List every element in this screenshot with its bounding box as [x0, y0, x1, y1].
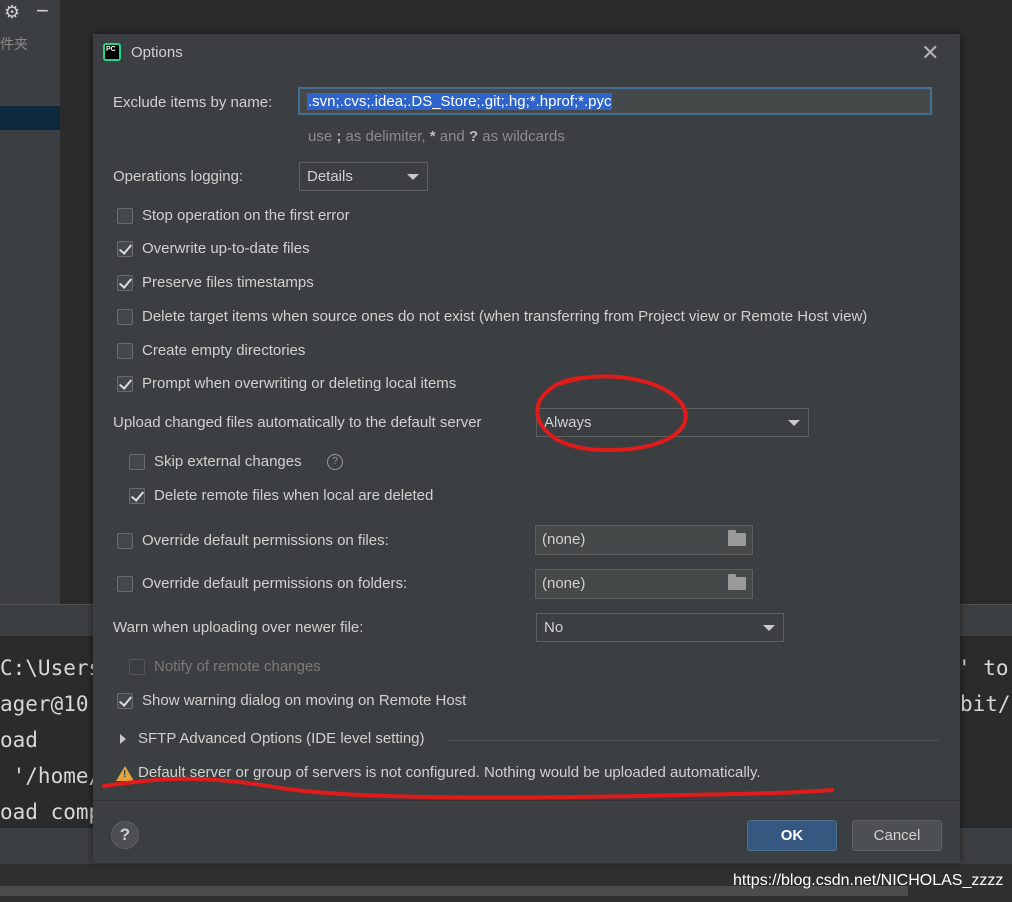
operations-logging-dropdown[interactable]: Details	[299, 162, 428, 191]
checkbox-box[interactable]	[117, 343, 133, 359]
checkbox-box[interactable]	[129, 454, 145, 470]
editor-area	[960, 0, 1012, 604]
close-icon[interactable]: ✕	[921, 40, 939, 66]
pycharm-icon: PC	[103, 43, 121, 61]
checkbox-box[interactable]	[129, 488, 145, 504]
sftp-advanced-toggle[interactable]: SFTP Advanced Options (IDE level setting…	[138, 730, 425, 747]
checkbox-box[interactable]	[117, 693, 133, 709]
checkbox-box[interactable]	[117, 309, 133, 325]
checkbox-box[interactable]	[117, 576, 133, 592]
terminal-line: C:\Users	[0, 656, 102, 680]
exclude-hint: use ; as delimiter, * and ? as wildcards	[308, 128, 565, 145]
terminal-line: ' to	[958, 656, 1009, 680]
operations-logging-label: Operations logging:	[113, 168, 244, 185]
project-panel	[0, 0, 60, 604]
upload-auto-dropdown[interactable]: Always	[536, 408, 809, 437]
terminal-line: '/home/	[0, 764, 102, 788]
cancel-button[interactable]: Cancel	[852, 820, 942, 851]
warning-icon: !	[116, 766, 134, 781]
checkbox-box[interactable]	[117, 275, 133, 291]
terminal-line: ager@10	[0, 692, 89, 716]
exclude-input[interactable]: .svn;.cvs;.idea;.DS_Store;.git;.hg;*.hpr…	[298, 87, 932, 115]
dialog-titlebar[interactable]: PC Options ✕	[93, 34, 960, 72]
terminal-line: bit/	[960, 692, 1011, 716]
terminal-line: oad	[0, 728, 38, 752]
override-folders-field[interactable]: (none)	[535, 569, 753, 599]
warn-newer-label: Warn when uploading over newer file:	[113, 619, 364, 636]
operations-logging-value: Details	[307, 168, 353, 185]
project-panel-text: 件夹	[0, 36, 28, 52]
options-dialog: PC Options ✕ Exclude items by name: .svn…	[93, 34, 960, 863]
checkbox-box[interactable]	[117, 376, 133, 392]
warning-message: Default server or group of servers is no…	[138, 764, 761, 781]
upload-auto-value: Always	[544, 414, 592, 431]
watermark: https://blog.csdn.net/NICHOLAS_zzzz	[733, 872, 1004, 889]
project-selected-row[interactable]	[0, 106, 60, 130]
exclude-input-value: .svn;.cvs;.idea;.DS_Store;.git;.hg;*.hpr…	[307, 93, 613, 110]
chevron-down-icon	[788, 420, 800, 426]
exclude-label: Exclude items by name:	[113, 94, 273, 111]
checkbox-box[interactable]	[129, 659, 145, 675]
terminal-line: oad comp	[0, 800, 102, 824]
checkbox-box[interactable]	[117, 241, 133, 257]
dialog-footer: ? OK Cancel	[93, 800, 960, 863]
help-button[interactable]: ?	[111, 821, 139, 849]
warn-newer-value: No	[544, 619, 564, 636]
checkbox-box[interactable]	[117, 208, 133, 224]
checkbox-box[interactable]	[117, 533, 133, 549]
dialog-title: Options	[131, 44, 183, 61]
folder-icon[interactable]	[728, 530, 746, 546]
warn-newer-dropdown[interactable]: No	[536, 613, 784, 642]
help-icon[interactable]: ?	[327, 454, 343, 470]
separator	[448, 740, 939, 741]
chevron-down-icon	[407, 174, 419, 180]
ok-button[interactable]: OK	[747, 820, 837, 851]
folder-icon[interactable]	[728, 574, 746, 590]
chevron-right-icon[interactable]	[120, 734, 126, 744]
chevron-down-icon	[763, 625, 775, 631]
gear-icon[interactable]: ⚙	[4, 2, 20, 23]
override-files-field[interactable]: (none)	[535, 525, 753, 555]
minimize-icon[interactable]: −	[36, 0, 49, 24]
upload-auto-label: Upload changed files automatically to th…	[113, 414, 482, 431]
